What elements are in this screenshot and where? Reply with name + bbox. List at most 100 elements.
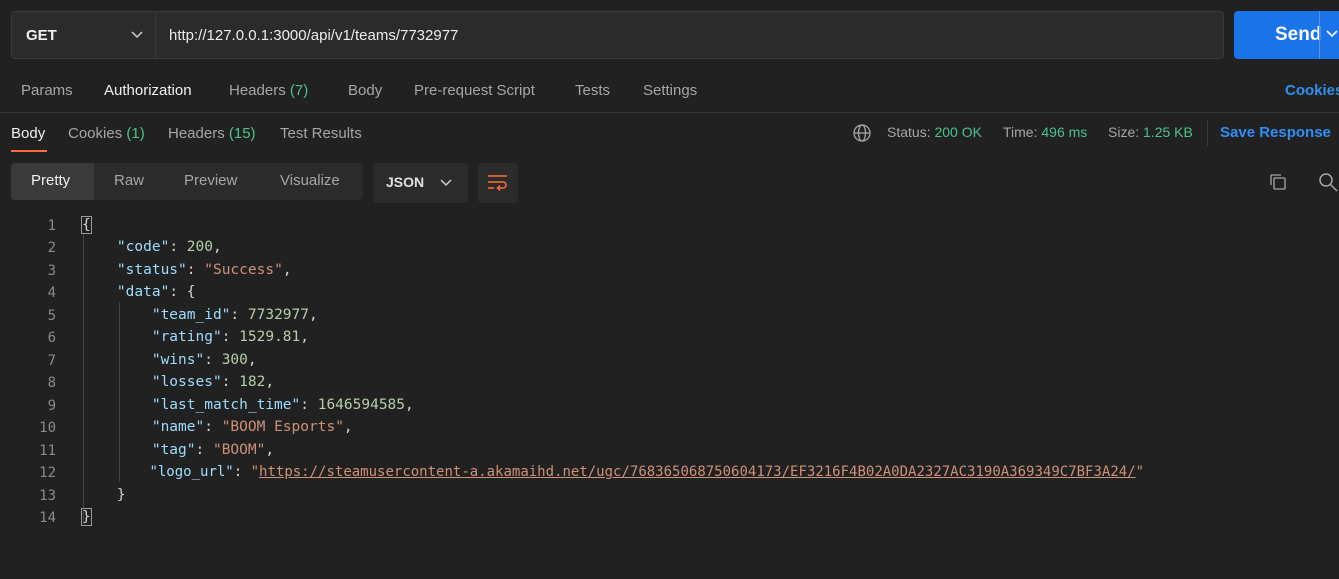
code-line: "tag": "BOOM", [151, 442, 275, 458]
json-value: 1646594585 [317, 397, 406, 413]
json-key: "losses" [151, 374, 222, 390]
view-preview[interactable]: Preview [184, 172, 237, 189]
logo-url-link[interactable]: https://steamusercontent-a.akamaihd.net/… [259, 464, 1136, 480]
line-number: 2 [47, 240, 56, 256]
view-raw[interactable]: Raw [114, 172, 144, 189]
status-label: Status: [887, 124, 931, 140]
line-number: 4 [47, 285, 56, 301]
json-value: 1529.81 [239, 329, 301, 345]
response-body-editor[interactable]: 1 2 3 4 5 6 7 8 9 10 11 12 13 14 { "code… [0, 214, 1339, 534]
method-label: GET [26, 27, 57, 44]
cookies-link[interactable]: Cookies [1285, 82, 1339, 99]
tab-pre-request-script[interactable]: Pre-request Script [414, 82, 535, 99]
json-value: "BOOM Esports" [221, 419, 344, 435]
json-value: 300 [221, 352, 248, 368]
wrap-lines-button[interactable] [478, 163, 518, 203]
tab-body[interactable]: Body [348, 82, 382, 99]
brace-close: } [116, 487, 126, 503]
globe-icon[interactable] [852, 123, 872, 147]
time-label: Time: [1003, 124, 1038, 140]
line-number: 9 [47, 398, 56, 414]
send-options-chevron-icon[interactable] [1325, 23, 1339, 50]
search-icon[interactable] [1318, 172, 1339, 196]
view-mode-group: Pretty Raw Preview Visualize [11, 163, 363, 200]
code-line: } [81, 508, 92, 526]
view-pretty[interactable]: Pretty [31, 172, 70, 189]
tab-tests[interactable]: Tests [575, 82, 610, 99]
code-line: "wins": 300, [151, 352, 257, 368]
divider [0, 112, 1339, 113]
json-value: 200 [186, 239, 213, 255]
send-button[interactable]: Send [1234, 11, 1339, 59]
size-value: 1.25 KB [1143, 124, 1193, 140]
line-number: 3 [47, 263, 56, 279]
send-divider [1319, 11, 1320, 59]
tab-headers-count: (7) [289, 82, 309, 99]
json-key: "rating" [151, 329, 222, 345]
resp-tab-test-results[interactable]: Test Results [280, 125, 362, 142]
line-number: 1 [47, 218, 56, 234]
resp-tab-cookies[interactable]: Cookies (1) [68, 125, 145, 142]
code-line: "last_match_time": 1646594585, [151, 397, 414, 413]
line-number: 11 [39, 443, 56, 459]
url-input[interactable]: http://127.0.0.1:3000/api/v1/teams/77329… [155, 11, 1224, 59]
tab-settings[interactable]: Settings [643, 82, 697, 99]
json-value: 7732977 [247, 307, 309, 323]
size-readout[interactable]: Size: 1.25 KB [1108, 124, 1193, 140]
url-text[interactable]: http://127.0.0.1:3000/api/v1/teams/77329… [169, 27, 458, 44]
line-number: 7 [47, 353, 56, 369]
status-value: 200 OK [934, 124, 982, 140]
resp-tab-headers-label: Headers [168, 125, 225, 142]
json-key: "wins" [151, 352, 205, 368]
json-value: "Success" [204, 262, 283, 278]
resp-tab-headers-count: (15) [228, 125, 256, 142]
json-key: "tag" [151, 442, 196, 458]
resp-tab-headers[interactable]: Headers (15) [168, 125, 256, 142]
tab-params[interactable]: Params [21, 82, 73, 99]
method-select[interactable]: GET [11, 11, 155, 59]
code-line: "logo_url": "https://steamusercontent-a.… [149, 464, 1145, 480]
line-number: 10 [39, 420, 56, 436]
tab-headers-label: Headers [229, 82, 286, 99]
code-line: "name": "BOOM Esports", [151, 419, 353, 435]
view-visualize[interactable]: Visualize [280, 172, 340, 189]
status-readout[interactable]: Status: 200 OK [887, 124, 982, 140]
brace-close: } [81, 508, 92, 526]
format-select[interactable]: JSON [373, 163, 468, 203]
chevron-down-icon [130, 25, 144, 48]
line-number: 12 [39, 465, 56, 481]
chevron-down-icon [439, 173, 453, 196]
code-line: "data": { [116, 284, 196, 300]
code-line: "code": 200, [116, 239, 222, 255]
brace-open: { [81, 216, 92, 234]
wrap-lines-icon [487, 173, 509, 197]
tab-authorization[interactable]: Authorization [104, 82, 192, 99]
code-line: "team_id": 7732977, [151, 307, 318, 323]
send-label: Send [1275, 24, 1322, 45]
json-key: "logo_url" [149, 464, 234, 480]
json-key: "name" [151, 419, 205, 435]
time-value: 496 ms [1041, 124, 1088, 140]
tab-headers[interactable]: Headers (7) [229, 82, 308, 99]
line-number: 14 [39, 510, 56, 526]
save-response-button[interactable]: Save Response [1220, 124, 1331, 141]
code-line: } [82, 487, 126, 503]
json-key: "data" [116, 284, 170, 300]
line-number: 8 [47, 375, 56, 391]
active-tab-indicator [11, 150, 47, 152]
json-value: "BOOM" [212, 442, 266, 458]
line-number: 13 [39, 488, 56, 504]
divider [1207, 120, 1208, 146]
line-number: 6 [47, 330, 56, 346]
json-key: "status" [116, 262, 187, 278]
code-line: "status": "Success", [116, 262, 292, 278]
code-line: "rating": 1529.81, [151, 329, 309, 345]
json-key: "last_match_time" [151, 397, 301, 413]
json-key: "team_id" [151, 307, 231, 323]
size-label: Size: [1108, 124, 1140, 140]
copy-icon[interactable] [1268, 172, 1288, 196]
resp-tab-body[interactable]: Body [11, 125, 45, 142]
json-key: "code" [116, 239, 170, 255]
time-readout[interactable]: Time: 496 ms [1003, 124, 1087, 140]
line-number: 5 [47, 308, 56, 324]
